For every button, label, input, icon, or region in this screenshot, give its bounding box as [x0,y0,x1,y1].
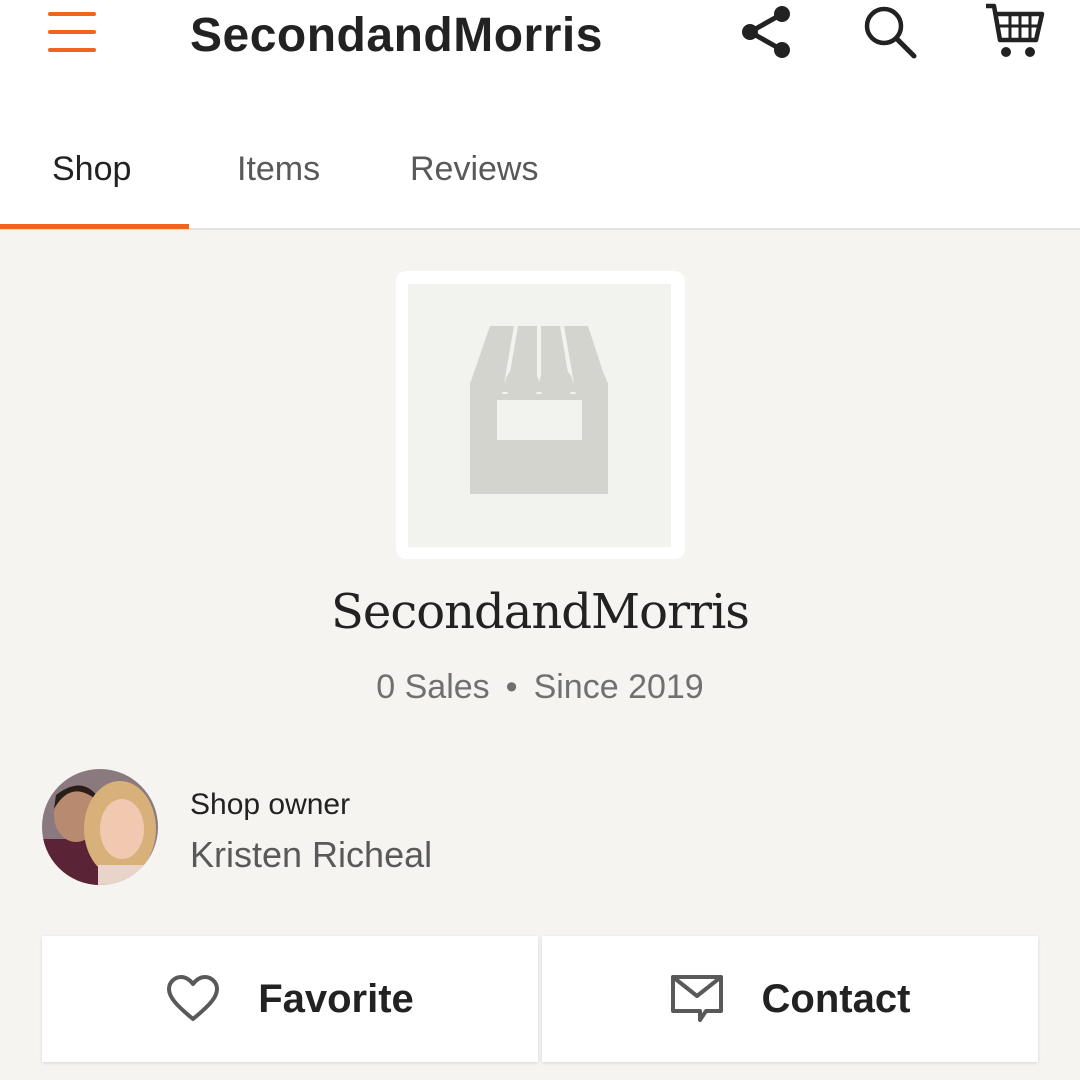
tab-shop[interactable]: Shop [52,140,131,198]
owner-avatar[interactable] [42,769,158,885]
since-year: Since 2019 [533,668,704,706]
tab-reviews[interactable]: Reviews [410,140,538,198]
shop-stats: 0 Sales • Since 2019 [0,668,1080,707]
contact-button[interactable]: Contact [542,936,1038,1062]
favorite-button[interactable]: Favorite [42,936,538,1062]
sales-count: 0 Sales [376,668,490,706]
mail-icon [670,974,724,1024]
shop-logo [396,271,685,559]
tab-items[interactable]: Items [237,140,320,198]
menu-icon[interactable] [48,10,100,54]
owner-name[interactable]: Kristen Richeal [190,834,432,876]
shop-title: SecondandMorris [190,9,603,62]
stats-separator: • [505,668,518,706]
search-icon[interactable] [858,0,922,64]
heart-icon [166,975,220,1023]
favorite-label: Favorite [258,976,414,1021]
contact-label: Contact [761,976,911,1021]
app-header: SecondandMorris Shop Items Reviews [0,0,1080,230]
share-icon[interactable] [734,0,798,64]
owner-label: Shop owner [190,788,351,821]
cart-icon[interactable] [982,0,1046,64]
active-tab-indicator [0,224,189,229]
shop-name: SecondandMorris [331,584,750,640]
storefront-icon [470,325,608,494]
